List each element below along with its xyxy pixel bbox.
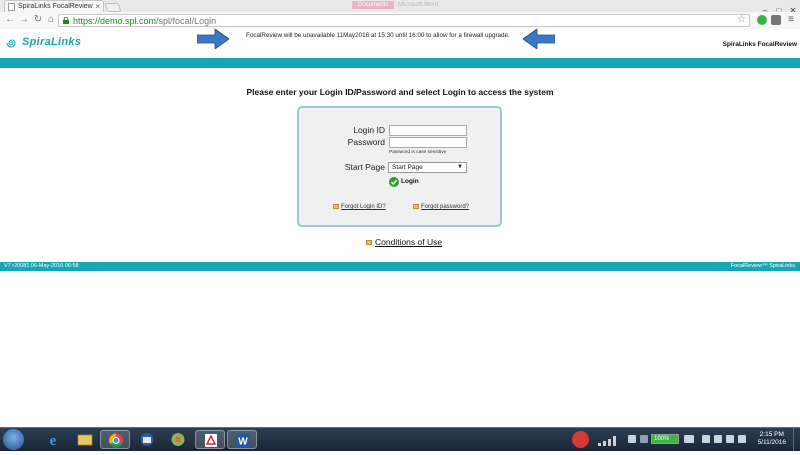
forgot-password-link[interactable]: Forgot password? — [413, 204, 469, 210]
new-tab-button[interactable] — [104, 3, 122, 12]
footer-brand: FocalReview™ SpiraLinks — [730, 263, 795, 269]
browser-tab-strip: SpiraLinks FocalReview × Documents Micro… — [0, 0, 800, 15]
windows-start-icon[interactable] — [3, 429, 24, 450]
url-host: https://demo.spl.com — [73, 16, 157, 26]
faded-tab-word: Microsoft Word — [398, 2, 439, 8]
home-icon[interactable]: ⌂ — [45, 14, 57, 26]
logo-text: SpiraLinks — [22, 36, 82, 48]
login-id-input[interactable] — [389, 125, 467, 136]
show-desktop-button[interactable] — [793, 428, 800, 451]
password-input[interactable] — [389, 137, 467, 148]
start-page-selected: Start Page — [392, 164, 423, 171]
internet-explorer-icon[interactable]: e — [38, 430, 68, 449]
url-path: /spl/focal/Login — [156, 16, 217, 26]
extension-gray-icon[interactable] — [771, 15, 781, 25]
forgot-login-text: Forgot Login ID? — [341, 204, 386, 211]
conditions-text: Conditions of Use — [375, 237, 443, 247]
chevron-down-icon: ▼ — [457, 164, 463, 170]
extension-green-icon[interactable] — [757, 15, 767, 25]
login-id-label: Login ID — [353, 125, 385, 135]
svg-text:e: e — [50, 433, 57, 449]
forgot-login-link[interactable]: Forgot Login ID? — [333, 204, 386, 210]
signal-icon[interactable] — [598, 433, 620, 446]
footer-band: V7 r20081 06-May-2016 06:58 FocalReview™… — [0, 262, 800, 271]
lock-icon — [63, 17, 69, 24]
check-icon — [389, 177, 399, 187]
forgot-password-text: Forgot password? — [421, 204, 470, 211]
spiral-logo-icon — [6, 39, 16, 48]
file-explorer-icon[interactable] — [70, 430, 100, 449]
browser-tab[interactable]: SpiraLinks FocalReview × — [4, 0, 104, 12]
clock-date: 5/11/2016 — [757, 439, 786, 446]
bullet-icon — [333, 204, 339, 209]
forward-icon[interactable]: → — [18, 14, 30, 26]
window-controls: – □ ✕ — [758, 0, 800, 15]
windows-taskbar: e W 100% 2:15 PM 5/11/2016 — [0, 427, 800, 451]
battery-percent: 100% — [654, 436, 670, 442]
tab-close-icon[interactable]: × — [95, 1, 100, 12]
chrome-icon[interactable] — [100, 430, 130, 449]
site-header: SpiraLinks FocalReview will be unavailab… — [0, 29, 800, 58]
wifi-icon[interactable] — [738, 435, 746, 443]
network-tray-icon[interactable] — [628, 435, 636, 443]
flag-icon[interactable] — [714, 435, 722, 443]
brand-name: SpiraLinks FocalReview — [722, 41, 797, 48]
clock[interactable]: 2:15 PM 5/11/2016 — [758, 431, 786, 447]
password-label: Password — [347, 137, 385, 147]
version-info: V7 r20081 06-May-2016 06:58 — [4, 263, 79, 269]
login-panel: Login ID Password Password is case sensi… — [297, 106, 502, 227]
thunderbird-icon[interactable] — [132, 430, 162, 449]
svg-text:W: W — [238, 437, 248, 448]
clock-time: 2:15 PM — [759, 431, 784, 438]
back-icon[interactable]: ← — [4, 14, 16, 26]
right-arrow-annotation-icon — [197, 29, 229, 49]
speaker-icon[interactable] — [726, 435, 734, 443]
left-arrow-annotation-icon — [523, 29, 555, 49]
tab-title: SpiraLinks FocalReview — [18, 3, 93, 10]
battery-icon[interactable] — [684, 435, 694, 443]
acrobat-icon[interactable] — [195, 430, 225, 449]
menu-icon[interactable]: ≡ — [786, 15, 796, 25]
bullet-icon — [413, 204, 419, 209]
reload-icon[interactable]: ↻ — [32, 14, 44, 26]
tray-red-app-icon[interactable] — [572, 431, 589, 448]
app-icon[interactable] — [163, 430, 193, 449]
tray-icon[interactable] — [640, 435, 648, 443]
page-favicon-icon — [8, 3, 15, 11]
browser-toolbar: ← → ↻ ⌂ https://demo.spl.com/spl/focal/L… — [0, 12, 800, 30]
start-page-select[interactable]: Start Page ▼ — [388, 162, 467, 173]
bullet-icon — [366, 240, 372, 246]
url-text: https://demo.spl.com/spl/focal/Login — [73, 15, 216, 27]
bookmark-star-icon[interactable]: ☆ — [737, 14, 746, 25]
maintenance-notice: FocalReview will be unavailable 11May201… — [246, 32, 510, 39]
header-band — [0, 58, 800, 68]
password-hint: Password is case sensitive — [389, 150, 447, 155]
word-icon[interactable]: W — [227, 430, 257, 449]
battery-indicator[interactable]: 100% — [651, 434, 679, 444]
tray-icon[interactable] — [702, 435, 710, 443]
address-bar[interactable]: https://demo.spl.com/spl/focal/Login ☆ — [58, 14, 750, 27]
login-prompt: Please enter your Login ID/Password and … — [246, 87, 554, 97]
faded-tab-documents: Documents — [352, 1, 395, 9]
start-page-label: Start Page — [344, 162, 385, 172]
login-button-label: Login — [401, 178, 419, 185]
conditions-of-use-link[interactable]: Conditions of Use — [366, 237, 442, 247]
